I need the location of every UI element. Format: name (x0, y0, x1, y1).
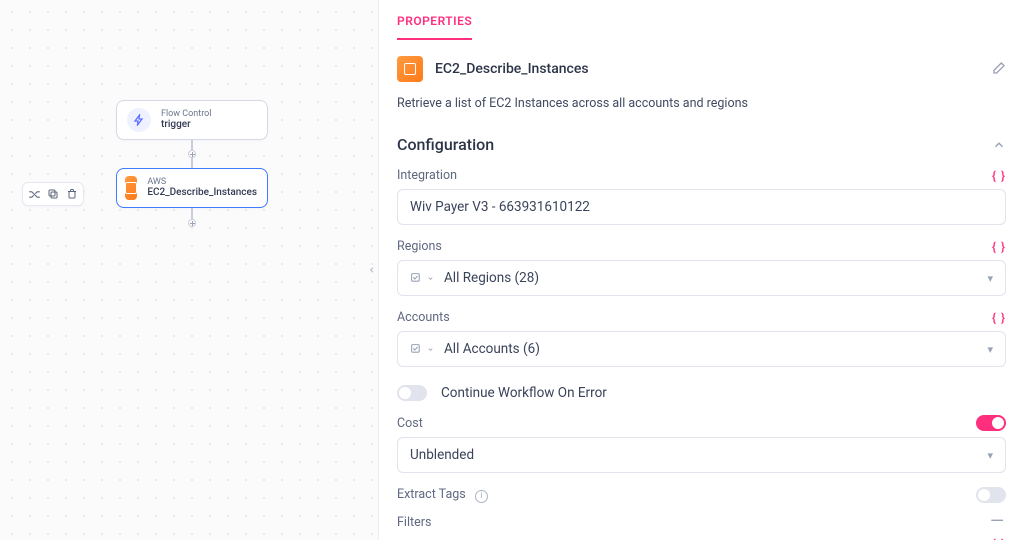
field-regions: Regions { } All Regions (28) ▾ (397, 239, 1006, 296)
delete-icon[interactable] (65, 187, 79, 201)
field-accounts: Accounts { } All Accounts (6) ▾ (397, 310, 1006, 367)
aws-ec2-icon (397, 56, 423, 82)
canvas-toolbar (22, 182, 84, 206)
field-label: Regions (397, 239, 442, 254)
field-label: Integration (397, 168, 457, 183)
field-label: Filters (397, 515, 431, 530)
expression-icon[interactable]: { } (992, 169, 1006, 183)
accounts-select[interactable]: All Accounts (6) ▾ (397, 331, 1006, 367)
field-integration: Integration { } Wiv Payer V3 - 663931610… (397, 168, 1006, 225)
extract-tags-toggle[interactable] (976, 487, 1006, 503)
select-value: Unblended (410, 447, 474, 463)
field-extract-tags: Extract Tags i (397, 487, 1006, 503)
field-cost: Cost Unblended ▾ (397, 415, 1006, 473)
toggle-label: Continue Workflow On Error (441, 385, 607, 401)
copy-icon[interactable] (46, 187, 60, 201)
configuration-section-header[interactable]: Configuration (397, 135, 1006, 154)
expression-icon[interactable]: { } (992, 311, 1006, 325)
tab-properties[interactable]: PROPERTIES (397, 14, 472, 40)
step-description: Retrieve a list of EC2 Instances across … (397, 96, 1006, 111)
regions-select[interactable]: All Regions (28) ▾ (397, 260, 1006, 296)
select-value: All Regions (28) (444, 270, 539, 286)
chevron-down-icon: ▾ (987, 343, 993, 356)
remove-filter-icon[interactable]: — (988, 513, 1006, 531)
cost-select[interactable]: Unblended ▾ (397, 437, 1006, 473)
cost-toggle[interactable] (976, 415, 1006, 431)
aws-ec2-icon (125, 176, 137, 200)
field-filters: Filters — { } Age Older than # of Days ▾… (397, 513, 1006, 540)
select-value: All Accounts (6) (444, 341, 540, 357)
node-ec2-describe[interactable]: AWS EC2_Describe_Instances (116, 168, 268, 208)
multiselect-icon (410, 272, 434, 285)
chevron-down-icon: ▾ (987, 449, 993, 462)
collapse-panel-icon[interactable] (365, 255, 378, 285)
field-label: Cost (397, 416, 423, 431)
shuffle-icon[interactable] (27, 187, 41, 201)
node-title: trigger (161, 119, 211, 131)
workflow-canvas[interactable]: Flow Control trigger AWS EC2_Describe_In… (0, 0, 378, 540)
field-label: Extract Tags i (397, 487, 488, 503)
node-labels: AWS EC2_Describe_Instances (147, 177, 257, 200)
add-step-icon[interactable] (188, 150, 196, 158)
node-title: EC2_Describe_Instances (147, 187, 257, 199)
canvas-grid (0, 0, 378, 540)
edit-title-icon[interactable] (990, 61, 1006, 77)
node-trigger[interactable]: Flow Control trigger (116, 100, 268, 140)
properties-panel: PROPERTIES EC2_Describe_Instances Retrie… (378, 0, 1024, 540)
node-category: Flow Control (161, 109, 211, 120)
panel-tabs: PROPERTIES (379, 0, 1024, 40)
integration-input[interactable]: Wiv Payer V3 - 663931610122 (397, 189, 1006, 225)
section-title: Configuration (397, 135, 494, 154)
label-text: Extract Tags (397, 487, 466, 502)
step-title: EC2_Describe_Instances (435, 61, 978, 77)
input-value: Wiv Payer V3 - 663931610122 (410, 199, 590, 215)
lightning-icon (127, 108, 151, 132)
continue-on-error-toggle[interactable] (397, 385, 427, 401)
node-category: AWS (147, 177, 257, 188)
add-step-icon[interactable] (188, 219, 196, 227)
chevron-up-icon[interactable] (992, 138, 1006, 152)
field-continue-on-error: Continue Workflow On Error (397, 385, 1006, 401)
node-labels: Flow Control trigger (161, 109, 211, 132)
step-header: EC2_Describe_Instances (397, 56, 1006, 82)
multiselect-icon (410, 343, 434, 356)
info-icon[interactable]: i (475, 490, 488, 503)
panel-body[interactable]: EC2_Describe_Instances Retrieve a list o… (379, 40, 1024, 540)
field-label: Accounts (397, 310, 450, 325)
chevron-down-icon: ▾ (987, 272, 993, 285)
expression-icon[interactable]: { } (992, 240, 1006, 254)
